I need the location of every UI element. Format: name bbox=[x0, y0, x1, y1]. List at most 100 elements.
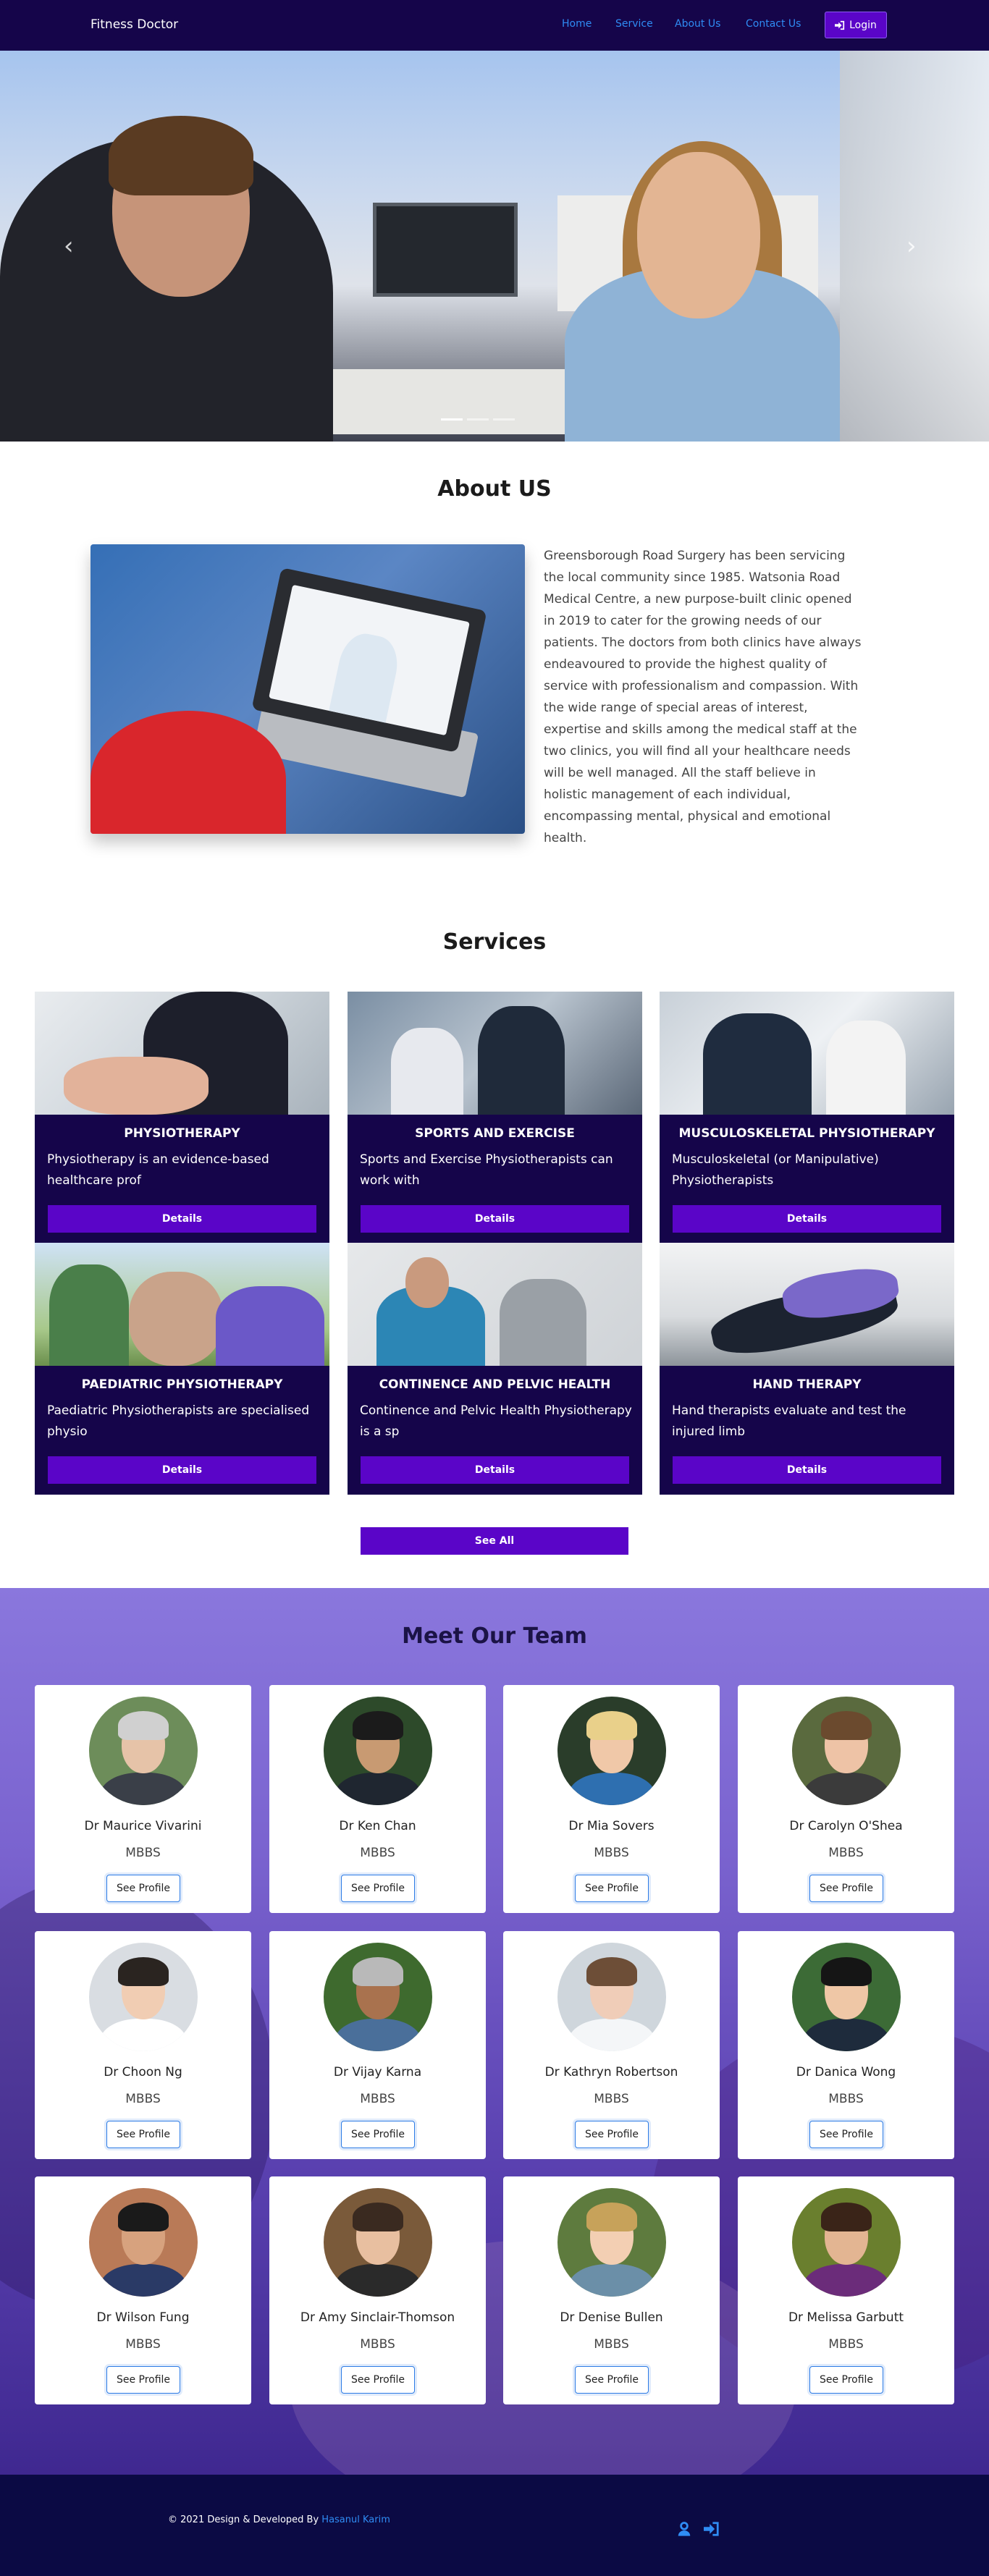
doctor-avatar bbox=[89, 1697, 198, 1805]
doctor-name: Dr Denise Bullen bbox=[560, 2310, 663, 2325]
doctor-card: Dr Amy Sinclair-Thomson MBBS See Profile bbox=[269, 2176, 486, 2404]
details-button[interactable]: Details bbox=[361, 1205, 629, 1233]
doctor-name: Dr Mia Sovers bbox=[568, 1819, 655, 1833]
see-profile-button[interactable]: See Profile bbox=[575, 2121, 649, 2148]
footer-author-link[interactable]: Hasanul Karim bbox=[321, 2514, 390, 2525]
login-label: Login bbox=[849, 19, 877, 31]
doctor-card: Dr Ken Chan MBBS See Profile bbox=[269, 1685, 486, 1913]
doctor-name: Dr Danica Wong bbox=[796, 2065, 896, 2079]
sign-in-icon[interactable] bbox=[702, 2521, 721, 2541]
doctor-card: Dr Vijay Karna MBBS See Profile bbox=[269, 1931, 486, 2159]
about-image bbox=[91, 544, 525, 834]
doctor-avatar bbox=[792, 1943, 901, 2051]
doctor-name: Dr Wilson Fung bbox=[96, 2310, 190, 2325]
chevron-right-icon[interactable]: › bbox=[906, 232, 917, 261]
carousel-indicator[interactable] bbox=[493, 418, 515, 421]
service-card: PAEDIATRIC PHYSIOTHERAPY Paediatric Phys… bbox=[35, 1243, 329, 1495]
login-button[interactable]: Login bbox=[825, 12, 887, 38]
service-card: SPORTS AND EXERCISE Sports and Exercise … bbox=[348, 992, 642, 1243]
service-card: PHYSIOTHERAPY Physiotherapy is an eviden… bbox=[35, 992, 329, 1243]
about-text: Greensborough Road Surgery has been serv… bbox=[544, 549, 862, 845]
see-profile-button[interactable]: See Profile bbox=[106, 1875, 180, 1902]
doctor-name: Dr Carolyn O'Shea bbox=[789, 1819, 903, 1833]
doctor-degree: MBBS bbox=[360, 2337, 395, 2352]
hero-carousel[interactable]: ‹ › bbox=[0, 51, 989, 442]
see-profile-button[interactable]: See Profile bbox=[341, 2366, 415, 2394]
see-profile-button[interactable]: See Profile bbox=[341, 1875, 415, 1902]
service-title: HAND THERAPY bbox=[752, 1377, 862, 1392]
service-title: MUSCULOSKELETAL PHYSIOTHERAPY bbox=[678, 1126, 935, 1141]
service-title: CONTINENCE AND PELVIC HEALTH bbox=[379, 1377, 611, 1392]
carousel-indicator[interactable] bbox=[441, 418, 463, 421]
user-icon[interactable] bbox=[676, 2521, 692, 2541]
carousel-indicator[interactable] bbox=[467, 418, 489, 421]
see-profile-button[interactable]: See Profile bbox=[106, 2366, 180, 2394]
details-button[interactable]: Details bbox=[673, 1205, 941, 1233]
doctor-degree: MBBS bbox=[125, 2337, 161, 2352]
doctor-name: Dr Ken Chan bbox=[339, 1819, 416, 1833]
service-title: SPORTS AND EXERCISE bbox=[415, 1126, 575, 1141]
about-laptop-screen bbox=[269, 584, 470, 736]
nav-link-contact-us[interactable]: Contact Us bbox=[746, 18, 801, 30]
see-all-button[interactable]: See All bbox=[361, 1527, 628, 1555]
doctor-avatar bbox=[557, 2188, 666, 2297]
doctor-name: Dr Kathryn Robertson bbox=[544, 2065, 678, 2079]
doctor-name: Dr Amy Sinclair-Thomson bbox=[300, 2310, 455, 2325]
sign-in-icon bbox=[835, 20, 845, 30]
service-image bbox=[348, 1243, 642, 1366]
nav-link-service[interactable]: Service bbox=[615, 18, 653, 30]
doctor-card: Dr Melissa Garbutt MBBS See Profile bbox=[738, 2176, 954, 2404]
brand-logo[interactable]: Fitness Doctor bbox=[91, 17, 178, 32]
nav-link-about-us[interactable]: About Us bbox=[675, 18, 720, 30]
service-image bbox=[348, 992, 642, 1115]
nav-link-home[interactable]: Home bbox=[562, 18, 592, 30]
doctor-card: Dr Mia Sovers MBBS See Profile bbox=[503, 1685, 720, 1913]
doctor-name: Dr Maurice Vivarini bbox=[84, 1819, 202, 1833]
doctor-card: Dr Choon Ng MBBS See Profile bbox=[35, 1931, 251, 2159]
hero-man-hair bbox=[109, 116, 253, 195]
details-button[interactable]: Details bbox=[361, 1456, 629, 1484]
services-title: Services bbox=[442, 929, 547, 955]
see-profile-button[interactable]: See Profile bbox=[809, 1875, 883, 1902]
service-card: HAND THERAPY Hand therapists evaluate an… bbox=[660, 1243, 954, 1495]
doctor-name: Dr Melissa Garbutt bbox=[788, 2310, 904, 2325]
doctor-avatar bbox=[324, 1697, 432, 1805]
doctor-degree: MBBS bbox=[125, 1846, 161, 1860]
doctor-card: Dr Carolyn O'Shea MBBS See Profile bbox=[738, 1685, 954, 1913]
doctor-card: Dr Danica Wong MBBS See Profile bbox=[738, 1931, 954, 2159]
service-title: PHYSIOTHERAPY bbox=[124, 1126, 240, 1141]
see-profile-button[interactable]: See Profile bbox=[106, 2121, 180, 2148]
doctor-avatar bbox=[557, 1697, 666, 1805]
service-desc: Continence and Pelvic Health Physiothera… bbox=[360, 1403, 632, 1439]
navbar: Fitness Doctor Home Service About Us Con… bbox=[0, 0, 989, 51]
service-image bbox=[35, 992, 329, 1115]
doctor-degree: MBBS bbox=[828, 1846, 864, 1860]
doctor-avatar bbox=[792, 1697, 901, 1805]
doctor-card: Dr Maurice Vivarini MBBS See Profile bbox=[35, 1685, 251, 1913]
doctor-avatar bbox=[89, 1943, 198, 2051]
see-profile-button[interactable]: See Profile bbox=[575, 2366, 649, 2394]
chevron-left-icon[interactable]: ‹ bbox=[64, 232, 74, 261]
doctor-degree: MBBS bbox=[828, 2092, 864, 2106]
doctor-card: Dr Denise Bullen MBBS See Profile bbox=[503, 2176, 720, 2404]
hero-woman-face bbox=[637, 152, 760, 318]
doctor-degree: MBBS bbox=[828, 2337, 864, 2352]
doctor-degree: MBBS bbox=[125, 2092, 161, 2106]
details-button[interactable]: Details bbox=[48, 1205, 316, 1233]
details-button[interactable]: Details bbox=[48, 1456, 316, 1484]
service-desc: Sports and Exercise Physiotherapists can… bbox=[360, 1152, 613, 1188]
see-profile-button[interactable]: See Profile bbox=[809, 2366, 883, 2394]
doctor-name: Dr Vijay Karna bbox=[333, 2065, 422, 2079]
see-profile-button[interactable]: See Profile bbox=[341, 2121, 415, 2148]
see-profile-button[interactable]: See Profile bbox=[575, 1875, 649, 1902]
service-card: CONTINENCE AND PELVIC HEALTH Continence … bbox=[348, 1243, 642, 1495]
service-image bbox=[660, 1243, 954, 1366]
hero-monitor-image bbox=[373, 203, 518, 297]
footer-credit: © 2021 Design & Developed By Hasanul Kar… bbox=[168, 2514, 390, 2525]
details-button[interactable]: Details bbox=[673, 1456, 941, 1484]
service-image bbox=[660, 992, 954, 1115]
about-patient bbox=[91, 711, 286, 834]
see-profile-button[interactable]: See Profile bbox=[809, 2121, 883, 2148]
service-desc: Physiotherapy is an evidence-based healt… bbox=[47, 1152, 269, 1188]
doctor-degree: MBBS bbox=[594, 2092, 629, 2106]
